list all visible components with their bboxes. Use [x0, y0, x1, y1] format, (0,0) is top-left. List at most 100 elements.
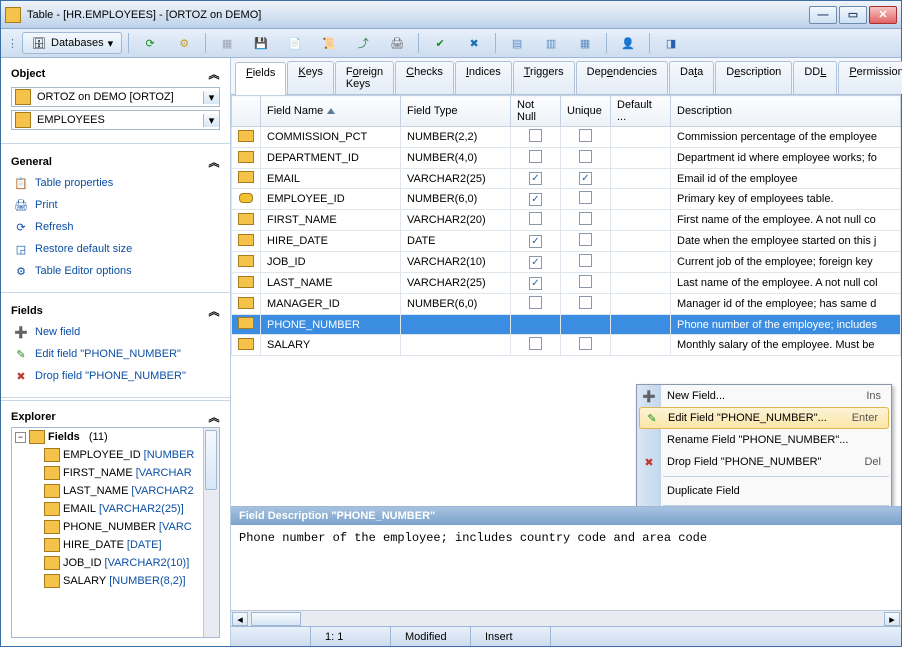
description-body[interactable]: Phone number of the employee; includes c… [231, 525, 901, 610]
column-header[interactable]: Field Name [261, 96, 401, 127]
tree-item[interactable]: FIRST_NAME [VARCHAR [12, 464, 219, 482]
connection-combo[interactable]: ORTOZ on DEMO [ORTOZ] ▾ [11, 87, 220, 107]
fields-grid[interactable]: Field NameField TypeNot NullUniqueDefaul… [231, 95, 901, 356]
checkbox[interactable]: ✓ [529, 193, 542, 206]
databases-dropdown[interactable]: 🗄 Databases ▾ [22, 32, 122, 54]
object-panel-header[interactable]: Object ︽ [11, 64, 220, 84]
scroll-right-button[interactable]: ▸ [884, 612, 900, 626]
tree-item[interactable]: PHONE_NUMBER [VARC [12, 518, 219, 536]
tree-item[interactable]: SALARY [NUMBER(8,2)] [12, 572, 219, 590]
context-menu-item[interactable]: ✎Edit Field "PHONE_NUMBER"...Enter [639, 407, 889, 429]
print-button[interactable]: 🖨 [382, 32, 412, 54]
tree-item[interactable]: EMPLOYEE_ID [NUMBER [12, 446, 219, 464]
tb-btn-4[interactable]: ⤴ [348, 32, 378, 54]
commit-button[interactable]: ✔ [425, 32, 455, 54]
checkbox[interactable]: ✓ [529, 235, 542, 248]
checkbox[interactable] [579, 337, 592, 350]
fields-panel-header[interactable]: Fields ︽ [11, 301, 220, 321]
checkbox[interactable] [529, 296, 542, 309]
context-menu-item[interactable]: Rename Field "PHONE_NUMBER"... [637, 429, 891, 451]
tab-ddl[interactable]: DDL [793, 61, 837, 94]
tb-btn-2[interactable]: 📄 [280, 32, 310, 54]
table-row[interactable]: LAST_NAMEVARCHAR2(25)✓Last name of the e… [232, 273, 901, 294]
explorer-tree[interactable]: − Fields (11) EMPLOYEE_ID [NUMBERFIRST_N… [11, 427, 220, 638]
context-menu-item[interactable]: Duplicate Field [637, 480, 891, 502]
tb-btn-1[interactable]: ▦ [212, 32, 242, 54]
tab-fields[interactable]: Fields [235, 62, 286, 95]
context-menu-item[interactable]: ✖Drop Field "PHONE_NUMBER"Del [637, 451, 891, 473]
checkbox[interactable] [529, 212, 542, 225]
table-combo[interactable]: EMPLOYEES ▾ [11, 110, 220, 130]
checkbox[interactable]: ✓ [529, 277, 542, 290]
table-row[interactable]: COMMISSION_PCTNUMBER(2,2)Commission perc… [232, 127, 901, 148]
checkbox[interactable] [529, 337, 542, 350]
general-item[interactable]: ◲Restore default size [11, 238, 220, 260]
scroll-left-button[interactable]: ◂ [232, 612, 248, 626]
tab-data[interactable]: Data [669, 61, 714, 94]
table-row[interactable]: FIRST_NAMEVARCHAR2(20)First name of the … [232, 210, 901, 231]
tree-item[interactable]: LAST_NAME [VARCHAR2 [12, 482, 219, 500]
tab-permissions[interactable]: Permissions [838, 61, 902, 94]
tab-indices[interactable]: Indices [455, 61, 512, 94]
tb-btn-8[interactable]: 👤 [613, 32, 643, 54]
tab-triggers[interactable]: Triggers [513, 61, 575, 94]
refresh-button[interactable]: ⟳ [135, 32, 165, 54]
table-row[interactable]: MANAGER_IDNUMBER(6,0)Manager id of the e… [232, 294, 901, 315]
checkbox[interactable]: ✓ [529, 172, 542, 185]
tab-description[interactable]: Description [715, 61, 792, 94]
column-header[interactable]: Unique [561, 96, 611, 127]
table-row[interactable]: SALARYMonthly salary of the employee. Mu… [232, 335, 901, 356]
checkbox[interactable]: ✓ [529, 256, 542, 269]
checkbox[interactable] [529, 150, 542, 163]
table-row[interactable]: DEPARTMENT_IDNUMBER(4,0)Department id wh… [232, 148, 901, 169]
general-item[interactable]: ⚙Table Editor options [11, 260, 220, 282]
horizontal-scrollbar[interactable]: ◂ ▸ [231, 610, 901, 626]
checkbox[interactable] [579, 275, 592, 288]
column-header[interactable]: Field Type [401, 96, 511, 127]
compile-button[interactable]: ⚙ [169, 32, 199, 54]
tb-btn-6[interactable]: ▥ [536, 32, 566, 54]
minimize-button[interactable]: — [809, 6, 837, 24]
tab-dependencies[interactable]: Dependencies [576, 61, 668, 94]
fields-action-item[interactable]: ✖Drop field "PHONE_NUMBER" [11, 365, 220, 387]
explorer-panel-header[interactable]: Explorer ︽ [11, 407, 220, 427]
general-panel-header[interactable]: General ︽ [11, 152, 220, 172]
tb-btn-5[interactable]: ▤ [502, 32, 532, 54]
tab-keys[interactable]: Keys [287, 61, 333, 94]
checkbox[interactable] [579, 212, 592, 225]
checkbox[interactable] [529, 129, 542, 142]
fields-action-item[interactable]: ✎Edit field "PHONE_NUMBER" [11, 343, 220, 365]
tree-item[interactable]: EMAIL [VARCHAR2(25)] [12, 500, 219, 518]
maximize-button[interactable]: ▭ [839, 6, 867, 24]
tree-item[interactable]: HIRE_DATE [DATE] [12, 536, 219, 554]
tb-btn-7[interactable]: ▦ [570, 32, 600, 54]
table-row[interactable]: EMAILVARCHAR2(25)✓✓Email id of the emplo… [232, 169, 901, 189]
scrollbar-thumb[interactable] [205, 430, 217, 490]
checkbox[interactable]: ✓ [579, 172, 592, 185]
tb-btn-3[interactable]: 📜 [314, 32, 344, 54]
checkbox[interactable] [579, 129, 592, 142]
tree-scrollbar[interactable] [203, 428, 219, 637]
close-button[interactable]: ✕ [869, 6, 897, 24]
table-row[interactable]: PHONE_NUMBERPhone number of the employee… [232, 315, 901, 335]
column-header[interactable]: Default ... [611, 96, 671, 127]
tab-foreign-keys[interactable]: Foreign Keys [335, 61, 394, 94]
table-row[interactable]: HIRE_DATEDATE✓Date when the employee sta… [232, 231, 901, 252]
checkbox[interactable] [579, 296, 592, 309]
checkbox[interactable] [579, 191, 592, 204]
table-row[interactable]: JOB_IDVARCHAR2(10)✓Current job of the em… [232, 252, 901, 273]
fields-action-item[interactable]: ➕New field [11, 321, 220, 343]
column-header[interactable]: Not Null [511, 96, 561, 127]
general-item[interactable]: ⟳Refresh [11, 216, 220, 238]
tree-root[interactable]: − Fields (11) [12, 428, 219, 446]
general-item[interactable]: 📋Table properties [11, 172, 220, 194]
context-menu-item[interactable]: ➕New Field...Ins [637, 385, 891, 407]
general-item[interactable]: 🖨Print [11, 194, 220, 216]
checkbox[interactable] [579, 254, 592, 267]
collapse-toggle[interactable]: − [15, 432, 26, 443]
tree-item[interactable]: JOB_ID [VARCHAR2(10)] [12, 554, 219, 572]
column-header[interactable]: Description [671, 96, 901, 127]
table-row[interactable]: EMPLOYEE_IDNUMBER(6,0)✓Primary key of em… [232, 189, 901, 210]
rollback-button[interactable]: ✖ [459, 32, 489, 54]
checkbox[interactable] [579, 150, 592, 163]
